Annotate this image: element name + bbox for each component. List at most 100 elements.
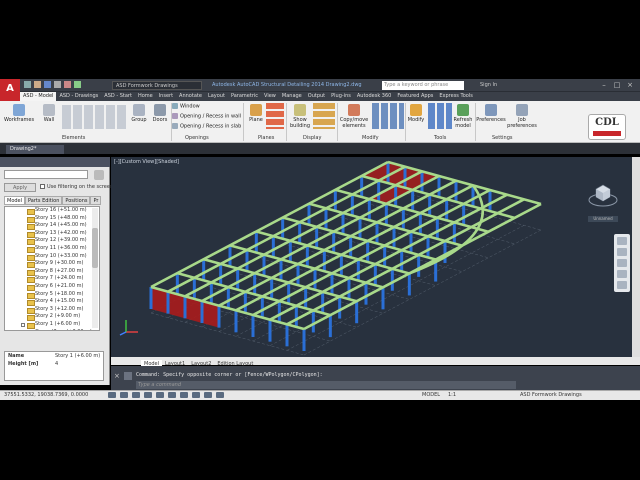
filter-input[interactable] bbox=[4, 170, 88, 179]
tree-item-story[interactable]: Story 6 (+21.00 m) bbox=[5, 283, 99, 291]
viewport-scrollbar[interactable] bbox=[632, 157, 640, 357]
search-input[interactable]: Type a keyword or phrase bbox=[382, 81, 464, 90]
maximize-icon[interactable]: □ bbox=[611, 80, 623, 90]
copy-move-button[interactable]: Copy/move elements bbox=[338, 104, 370, 129]
tab-pr[interactable]: Pr bbox=[90, 196, 102, 205]
snap-icon[interactable] bbox=[108, 392, 116, 398]
tree-item-story[interactable]: Story 14 (+45.00 m) bbox=[5, 222, 99, 230]
tab-parts-edition[interactable]: Parts Edition bbox=[25, 196, 63, 205]
modify-button[interactable]: Modify bbox=[406, 104, 426, 123]
tab-featured-apps[interactable]: Featured Apps bbox=[394, 92, 436, 101]
expand-icon[interactable] bbox=[21, 322, 25, 327]
refresh-model-button[interactable]: Refresh model bbox=[452, 104, 474, 129]
tree-item-story[interactable]: Story 4 (+15.00 m) bbox=[5, 298, 99, 306]
close-icon[interactable]: × bbox=[624, 80, 636, 90]
save-icon[interactable] bbox=[44, 81, 51, 88]
pan-icon[interactable] bbox=[617, 248, 627, 256]
group-button[interactable]: Group bbox=[128, 104, 150, 123]
close-command-icon[interactable]: × bbox=[114, 372, 122, 380]
job-preferences-button[interactable]: Job preferences bbox=[507, 104, 537, 129]
tree-item-story[interactable]: Story 9 (+30.00 m) bbox=[5, 260, 99, 268]
tree-item-story[interactable]: Story 16 (+51.00 m) bbox=[5, 207, 99, 215]
doors-button[interactable]: Doors bbox=[150, 104, 170, 123]
tab-autodesk-360[interactable]: Autodesk 360 bbox=[354, 92, 395, 101]
ducs-icon[interactable] bbox=[192, 392, 200, 398]
tree-item-story[interactable]: Groundfloor (+3.00 m) bbox=[5, 329, 99, 332]
polar-icon[interactable] bbox=[144, 392, 152, 398]
tab-insert[interactable]: Insert bbox=[156, 92, 176, 101]
command-input[interactable]: Type a command bbox=[136, 381, 516, 389]
osnap-icon[interactable] bbox=[156, 392, 164, 398]
element-tools-grid[interactable] bbox=[62, 105, 128, 129]
tab-manage[interactable]: Manage bbox=[279, 92, 305, 101]
workspace-switch[interactable]: ASD Formwork Drawings bbox=[520, 391, 582, 400]
tree-item-story[interactable]: Story 10 (+33.00 m) bbox=[5, 253, 99, 261]
tab-parametric[interactable]: Parametric bbox=[228, 92, 261, 101]
plane-tools-grid[interactable] bbox=[266, 103, 284, 129]
tree-item-story[interactable]: Story 11 (+36.00 m) bbox=[5, 245, 99, 253]
new-icon[interactable] bbox=[24, 81, 31, 88]
modify-tools-grid[interactable] bbox=[372, 103, 404, 129]
preferences-button[interactable]: Preferences bbox=[476, 104, 506, 123]
ucs-dropdown[interactable]: Unnamed bbox=[588, 216, 618, 222]
viewcube[interactable] bbox=[588, 180, 618, 210]
grid-icon[interactable] bbox=[120, 392, 128, 398]
tab-layout[interactable]: Layout bbox=[205, 92, 228, 101]
print-icon[interactable] bbox=[54, 81, 61, 88]
display-tools-grid[interactable] bbox=[313, 103, 335, 129]
viewport-controls-label[interactable]: [-][Custom View][Shaded] bbox=[114, 159, 179, 165]
tree-item-story[interactable]: Story 1 (+6.00 m) bbox=[5, 321, 99, 329]
tab-view[interactable]: View bbox=[261, 92, 279, 101]
workspace-dropdown[interactable]: ASD Formwork Drawings bbox=[112, 81, 202, 90]
open-icon[interactable] bbox=[34, 81, 41, 88]
filter-settings-icon[interactable] bbox=[94, 170, 104, 180]
workframes-button[interactable]: Workframes bbox=[4, 104, 34, 123]
tab-annotate[interactable]: Annotate bbox=[176, 92, 205, 101]
ortho-icon[interactable] bbox=[132, 392, 140, 398]
sign-in-link[interactable]: Sign In bbox=[480, 81, 497, 90]
opening-wall-button[interactable]: Opening / Recess in wall bbox=[172, 113, 241, 120]
tab-asd-drawings[interactable]: ASD - Drawings bbox=[56, 92, 101, 101]
annotation-scale[interactable]: 1:1 bbox=[448, 391, 456, 400]
apply-button[interactable]: Apply bbox=[4, 183, 36, 192]
tree-item-story[interactable]: Story 5 (+18.00 m) bbox=[5, 291, 99, 299]
tree-item-story[interactable]: Story 13 (+42.00 m) bbox=[5, 230, 99, 238]
command-settings-icon[interactable] bbox=[124, 372, 132, 380]
application-menu-button[interactable]: A bbox=[0, 79, 20, 101]
minimize-icon[interactable]: – bbox=[598, 80, 610, 90]
plane-button[interactable]: Plane bbox=[246, 104, 266, 123]
otrack-icon[interactable] bbox=[180, 392, 188, 398]
navigation-bar[interactable] bbox=[614, 234, 630, 292]
steering-wheel-icon[interactable] bbox=[617, 237, 627, 245]
tab-home[interactable]: Home bbox=[135, 92, 156, 101]
expand-icon[interactable] bbox=[21, 331, 25, 332]
tab-positions[interactable]: Positions bbox=[62, 196, 91, 205]
window-button[interactable]: Window bbox=[172, 103, 200, 110]
lineweight-icon[interactable] bbox=[216, 392, 224, 398]
model-space-toggle[interactable]: MODEL bbox=[422, 391, 440, 400]
zoom-icon[interactable] bbox=[617, 259, 627, 267]
tools-grid[interactable] bbox=[428, 103, 452, 129]
undo-icon[interactable] bbox=[64, 81, 71, 88]
tree-scrollbar[interactable] bbox=[92, 208, 98, 328]
document-tab[interactable]: Drawing2* bbox=[6, 145, 64, 154]
redo-icon[interactable] bbox=[74, 81, 81, 88]
tree-item-story[interactable]: Story 15 (+48.00 m) bbox=[5, 215, 99, 223]
show-building-button[interactable]: Show building bbox=[288, 104, 312, 129]
orbit-icon[interactable] bbox=[617, 270, 627, 278]
tab-asd-start[interactable]: ASD - Start bbox=[101, 92, 135, 101]
tab-model[interactable]: Model bbox=[4, 196, 26, 205]
dyn-icon[interactable] bbox=[204, 392, 212, 398]
filter-checkbox[interactable]: Use filtering on the screen bbox=[40, 183, 113, 192]
model-viewport[interactable] bbox=[111, 157, 632, 357]
tree-item-story[interactable]: Story 2 (+9.00 m) bbox=[5, 313, 99, 321]
tree-item-story[interactable]: Story 3 (+12.00 m) bbox=[5, 306, 99, 314]
showmotion-icon[interactable] bbox=[617, 281, 627, 289]
3d-osnap-icon[interactable] bbox=[168, 392, 176, 398]
opening-slab-button[interactable]: Opening / Recess in slab bbox=[172, 123, 241, 130]
tab-output[interactable]: Output bbox=[305, 92, 328, 101]
tab-express-tools[interactable]: Express Tools bbox=[436, 92, 475, 101]
tab-plug-ins[interactable]: Plug-ins bbox=[328, 92, 354, 101]
tree-item-story[interactable]: Story 8 (+27.00 m) bbox=[5, 268, 99, 276]
tree-item-story[interactable]: Story 12 (+39.00 m) bbox=[5, 237, 99, 245]
